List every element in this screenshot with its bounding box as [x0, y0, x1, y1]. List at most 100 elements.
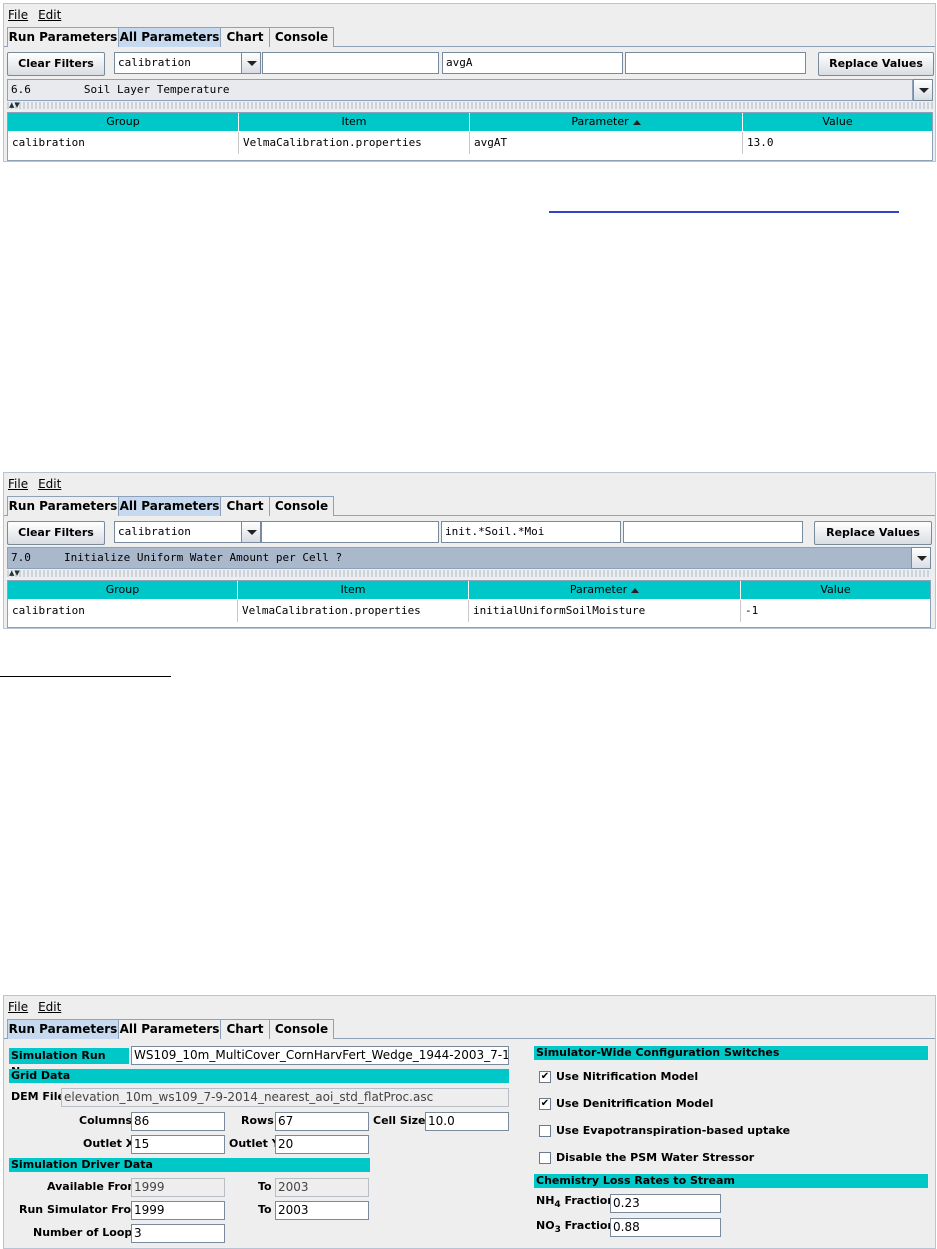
driver-data-header: Simulation Driver Data: [9, 1158, 370, 1172]
no3-fraction-input[interactable]: 0.88: [610, 1218, 721, 1237]
tab-chart[interactable]: Chart: [220, 27, 270, 47]
tab-run-parameters[interactable]: Run Parameters: [7, 496, 119, 516]
chevron-down-icon[interactable]: [913, 79, 933, 101]
menu-file[interactable]: File: [8, 477, 28, 491]
tab-all-parameters[interactable]: All Parameters: [118, 1019, 221, 1039]
clear-filters-button[interactable]: Clear Filters: [7, 52, 105, 76]
chevron-down-icon[interactable]: [911, 547, 931, 569]
run-to-input[interactable]: 2003: [275, 1201, 369, 1220]
checkbox-denitrification[interactable]: ✔: [539, 1098, 551, 1110]
split-pane-divider[interactable]: [7, 102, 933, 109]
menu-bar: File Edit: [4, 4, 935, 25]
tab-run-parameters[interactable]: Run Parameters: [7, 27, 119, 47]
outlet-y-input[interactable]: 20: [275, 1135, 369, 1154]
simulation-run-name-label: Simulation Run Name: [9, 1048, 129, 1078]
column-header-item[interactable]: Item: [238, 581, 469, 599]
dem-file-field[interactable]: elevation_10m_ws109_7-9-2014_nearest_aoi…: [61, 1088, 509, 1107]
dem-file-label: DEM File: [11, 1090, 65, 1103]
window-panel-3: File Edit Run Parameters All Parameters …: [3, 995, 936, 1249]
column-header-value[interactable]: Value: [743, 113, 932, 131]
group-filter-combo[interactable]: calibration: [114, 521, 242, 543]
columns-input[interactable]: 86: [131, 1112, 225, 1131]
psm-water-stressor-label[interactable]: Disable the PSM Water Stressor: [556, 1149, 754, 1167]
table-cell-item[interactable]: VelmaCalibration.properties: [239, 132, 470, 154]
column-header-parameter[interactable]: Parameter: [469, 581, 741, 599]
table-cell-parameter[interactable]: initialUniformSoilMoisture: [469, 600, 741, 622]
menu-file[interactable]: File: [8, 8, 28, 22]
group-filter-combo[interactable]: calibration: [114, 52, 242, 74]
table-cell-group[interactable]: calibration: [8, 600, 238, 622]
tab-console[interactable]: Console: [269, 496, 334, 516]
outlet-x-label: Outlet X: [83, 1137, 135, 1150]
sort-ascending-icon: [632, 119, 641, 125]
tab-console[interactable]: Console: [269, 1019, 334, 1039]
table-cell-group[interactable]: calibration: [8, 132, 239, 154]
split-pane-divider[interactable]: [7, 570, 931, 577]
table-cell-parameter[interactable]: avgAT: [470, 132, 743, 154]
table-cell-value[interactable]: -1: [741, 600, 930, 622]
tab-all-parameters[interactable]: All Parameters: [118, 496, 221, 516]
rows-input[interactable]: 67: [275, 1112, 369, 1131]
evapotranspiration-label[interactable]: Use Evapotranspiration-based uptake: [556, 1122, 790, 1140]
menu-edit[interactable]: Edit: [38, 477, 61, 491]
checkbox-evapotranspiration[interactable]: [539, 1125, 551, 1137]
tab-strip: Run Parameters All Parameters Chart Cons…: [4, 1017, 935, 1039]
replace-values-button[interactable]: Replace Values: [818, 52, 934, 76]
simulation-run-name-input[interactable]: WS109_10m_MultiCover_CornHarvFert_Wedge_…: [131, 1046, 509, 1065]
sort-ascending-icon: [631, 587, 640, 593]
column-header-parameter-label: Parameter: [569, 583, 628, 596]
parameters-table: Group Item Parameter Value calibration V…: [7, 112, 933, 161]
underline-rule: [0, 676, 171, 677]
run-from-input[interactable]: 1999: [131, 1201, 225, 1220]
menu-file[interactable]: File: [8, 1000, 28, 1014]
tab-chart[interactable]: Chart: [220, 1019, 270, 1039]
number-of-loops-input[interactable]: 3: [131, 1224, 225, 1243]
clear-filters-button[interactable]: Clear Filters: [7, 521, 105, 545]
replace-values-button[interactable]: Replace Values: [814, 521, 932, 545]
table-cell-item[interactable]: VelmaCalibration.properties: [238, 600, 469, 622]
parameter-selection-combo[interactable]: 7.0 Initialize Uniform Water Amount per …: [7, 547, 912, 569]
nh4-suffix: Fraction: [560, 1194, 616, 1207]
tab-strip: Run Parameters All Parameters Chart Cons…: [4, 494, 935, 516]
chevron-down-icon[interactable]: [241, 52, 261, 74]
table-cell-value[interactable]: 13.0: [743, 132, 932, 154]
link-underline: [549, 211, 899, 213]
item-filter-input[interactable]: [261, 521, 439, 543]
tab-chart[interactable]: Chart: [220, 496, 270, 516]
outlet-y-label: Outlet Y: [229, 1137, 280, 1150]
run-to-label: To: [258, 1203, 272, 1216]
columns-label: Columns: [79, 1114, 133, 1127]
column-header-value[interactable]: Value: [741, 581, 930, 599]
chevron-down-icon[interactable]: [241, 521, 261, 543]
checkbox-psm-water-stressor[interactable]: [539, 1152, 551, 1164]
column-header-group[interactable]: Group: [8, 113, 239, 131]
available-to-field: 2003: [275, 1178, 369, 1197]
menu-edit[interactable]: Edit: [38, 1000, 61, 1014]
parameters-table: Group Item Parameter Value calibration V…: [7, 580, 931, 628]
column-header-parameter[interactable]: Parameter: [470, 113, 743, 131]
denitrification-label[interactable]: Use Denitrification Model: [556, 1095, 713, 1113]
number-of-loops-label: Number of Loops: [33, 1226, 139, 1239]
tab-run-parameters[interactable]: Run Parameters: [7, 1019, 119, 1039]
nitrification-label[interactable]: Use Nitrification Model: [556, 1068, 698, 1086]
outlet-x-input[interactable]: 15: [131, 1135, 225, 1154]
item-filter-input[interactable]: [262, 52, 439, 74]
tab-all-parameters[interactable]: All Parameters: [118, 27, 221, 47]
value-filter-input[interactable]: [623, 521, 803, 543]
parameter-filter-input[interactable]: avgA: [442, 52, 623, 74]
parameter-selection-combo[interactable]: 6.6 Soil Layer Temperature: [7, 79, 913, 101]
checkbox-nitrification[interactable]: ✔: [539, 1071, 551, 1083]
cell-size-input[interactable]: 10.0: [425, 1112, 509, 1131]
value-filter-input[interactable]: [625, 52, 806, 74]
parameter-filter-input[interactable]: init.*Soil.*Moi: [441, 521, 621, 543]
column-header-group[interactable]: Group: [8, 581, 238, 599]
split-arrows-icon[interactable]: ▲▼: [9, 570, 20, 577]
no3-fraction-label: NO3 Fraction: [536, 1217, 615, 1239]
window-panel-1: File Edit Run Parameters All Parameters …: [3, 3, 936, 162]
tab-console[interactable]: Console: [269, 27, 334, 47]
column-header-item[interactable]: Item: [239, 113, 470, 131]
menu-edit[interactable]: Edit: [38, 8, 61, 22]
nh4-fraction-input[interactable]: 0.23: [610, 1194, 721, 1213]
split-arrows-icon[interactable]: ▲▼: [9, 102, 20, 109]
menu-bar: File Edit: [4, 996, 935, 1017]
